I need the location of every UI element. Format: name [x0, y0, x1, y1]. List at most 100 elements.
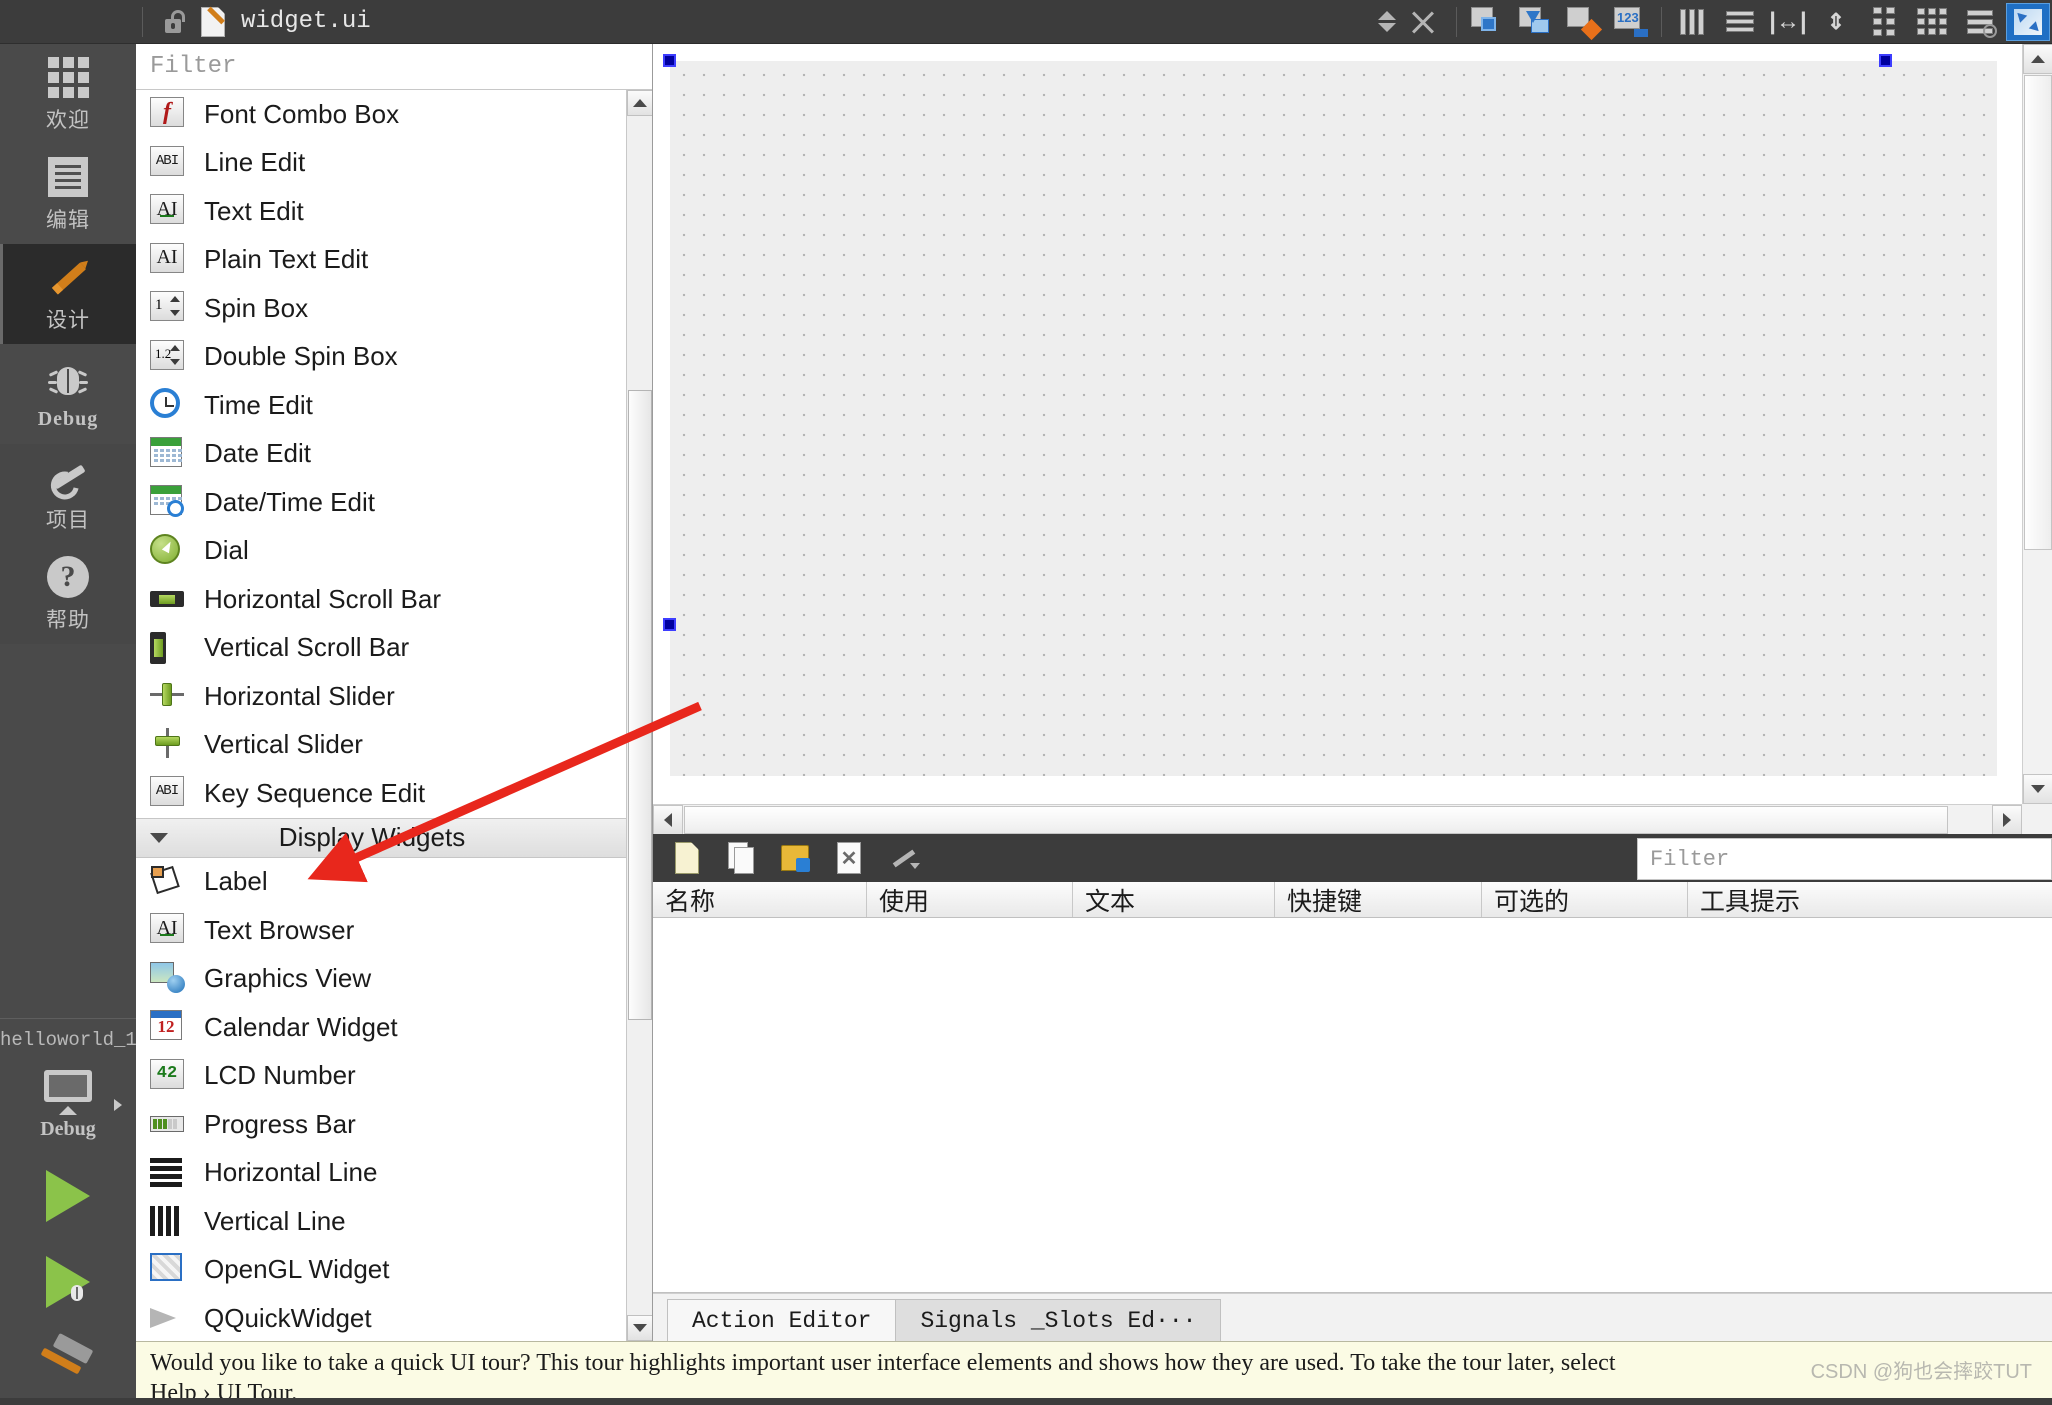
- selection-handle-top-left[interactable]: [663, 54, 676, 67]
- widget-item-label: Key Sequence Edit: [204, 777, 426, 808]
- form-layout-icon[interactable]: [1910, 3, 1954, 41]
- widget-item-horizontal-scroll-bar[interactable]: Horizontal Scroll Bar: [136, 575, 626, 624]
- mode-item-welcome[interactable]: 欢迎: [0, 44, 136, 144]
- action-column-tooltip[interactable]: 工具提示: [1688, 882, 2052, 917]
- dial-icon: [150, 533, 188, 568]
- selection-handle-bottom-left[interactable]: [663, 618, 676, 631]
- widget-item-qquickwidget[interactable]: QQuickWidget: [136, 1294, 626, 1341]
- widget-item-key-sequence-edit[interactable]: ABI Key Sequence Edit: [136, 769, 626, 818]
- scrollbar-down-arrow-icon[interactable]: [627, 1315, 652, 1341]
- opengl-widget-icon: [150, 1252, 188, 1287]
- layout-v-icon[interactable]: [1718, 3, 1762, 41]
- widget-box-scrollbar[interactable]: [626, 90, 652, 1341]
- widget-item-horizontal-slider[interactable]: Horizontal Slider: [136, 672, 626, 721]
- copy-action-button[interactable]: [719, 839, 763, 877]
- widget-item-label: LCD Number: [204, 1060, 356, 1091]
- action-column-shortcut[interactable]: 快捷键: [1275, 882, 1482, 917]
- canvas-vertical-scrollbar[interactable]: [2022, 44, 2052, 804]
- canvas-scroll-up-icon[interactable]: [2023, 44, 2052, 74]
- widget-item-vertical-slider[interactable]: Vertical Slider: [136, 721, 626, 770]
- tab-action-editor[interactable]: Action Editor: [667, 1299, 897, 1341]
- action-column-name[interactable]: 名称: [653, 882, 867, 917]
- canvas-hscroll-thumb[interactable]: [684, 806, 1948, 834]
- edit-widgets-icon[interactable]: [1465, 3, 1509, 41]
- mode-item-debug[interactable]: Debug: [0, 344, 136, 444]
- widget-filter-input[interactable]: [150, 53, 652, 80]
- new-action-button[interactable]: [665, 839, 709, 877]
- widget-item-dial[interactable]: Dial: [136, 527, 626, 576]
- mode-item-edit[interactable]: 编辑: [0, 144, 136, 244]
- action-editor-filter[interactable]: [1637, 838, 2052, 880]
- paste-action-button[interactable]: [773, 839, 817, 877]
- run-button[interactable]: [0, 1153, 136, 1239]
- unlocked-padlock-icon[interactable]: [163, 9, 189, 34]
- widget-item-horizontal-line[interactable]: Horizontal Line: [136, 1149, 626, 1198]
- mode-item-design[interactable]: 设计: [0, 244, 136, 344]
- widget-form-surface[interactable]: [670, 61, 1997, 776]
- modebar-top-spacer: [0, 0, 136, 44]
- splitter-v-icon[interactable]: ⇕: [1814, 3, 1858, 41]
- start-debugging-button[interactable]: [0, 1239, 136, 1325]
- layout-h-icon[interactable]: [1670, 3, 1714, 41]
- configure-view-button[interactable]: [881, 839, 925, 877]
- action-table-body[interactable]: [653, 918, 2052, 1293]
- mode-item-projects[interactable]: 项目: [0, 444, 136, 544]
- split-editor-icon[interactable]: [1378, 11, 1396, 32]
- canvas-scroll-left-icon[interactable]: [653, 805, 683, 835]
- action-column-used[interactable]: 使用: [867, 882, 1073, 917]
- widget-item-spin-box[interactable]: 1 Spin Box: [136, 284, 626, 333]
- scrollbar-thumb[interactable]: [628, 390, 652, 1020]
- widget-item-font-combo-box[interactable]: f Font Combo Box: [136, 90, 626, 139]
- delete-action-icon: ✕: [837, 842, 861, 874]
- grid-icon: [47, 54, 89, 100]
- widget-item-text-browser[interactable]: AI Text Browser: [136, 906, 626, 955]
- widget-item-plain-text-edit[interactable]: AI Plain Text Edit: [136, 236, 626, 285]
- splitter-h-icon[interactable]: |↔|: [1766, 3, 1810, 41]
- close-editor-icon[interactable]: [1406, 5, 1440, 39]
- run-configuration-selector[interactable]: Debug: [0, 1057, 136, 1153]
- form-editor-canvas[interactable]: [653, 44, 2052, 835]
- canvas-vscroll-thumb[interactable]: [2024, 75, 2052, 550]
- canvas-scroll-right-icon[interactable]: [1992, 805, 2022, 835]
- action-filter-input[interactable]: [1650, 846, 2051, 872]
- widget-item-opengl-widget[interactable]: OpenGL Widget: [136, 1246, 626, 1295]
- widget-group-label: Display Widgets: [278, 822, 466, 852]
- canvas-scroll-down-icon[interactable]: [2023, 774, 2052, 804]
- build-button[interactable]: [0, 1325, 136, 1405]
- debug-bug-icon: [66, 1285, 88, 1303]
- widget-item-graphics-view[interactable]: Graphics View: [136, 955, 626, 1004]
- buddies-icon[interactable]: [1561, 3, 1605, 41]
- signals-slots-icon[interactable]: [1513, 3, 1557, 41]
- widget-item-vertical-scroll-bar[interactable]: Vertical Scroll Bar: [136, 624, 626, 673]
- delete-action-button[interactable]: ✕: [827, 839, 871, 877]
- widget-box-filter[interactable]: [136, 44, 652, 90]
- tab-signals-slots-editor[interactable]: Signals _Slots Ed···: [895, 1299, 1222, 1341]
- widget-item-progress-bar[interactable]: Progress Bar: [136, 1100, 626, 1149]
- action-column-text[interactable]: 文本: [1073, 882, 1275, 917]
- adjust-size-icon[interactable]: [2006, 2, 2050, 41]
- widget-item-text-edit[interactable]: AI Text Edit: [136, 187, 626, 236]
- mode-item-help[interactable]: ? 帮助: [0, 544, 136, 644]
- canvas-horizontal-scrollbar[interactable]: [653, 804, 2022, 835]
- widget-item-label[interactable]: Label: [136, 858, 626, 907]
- break-layout-icon[interactable]: [1958, 3, 2002, 41]
- open-file-name[interactable]: widget.ui: [241, 8, 371, 35]
- widget-group-display-widgets[interactable]: Display Widgets: [136, 817, 626, 858]
- widget-item-label: QQuickWidget: [204, 1302, 372, 1333]
- widget-item-time-edit[interactable]: Time Edit: [136, 381, 626, 430]
- widget-item-lcd-number[interactable]: 42 LCD Number: [136, 1052, 626, 1101]
- widget-item-vertical-line[interactable]: Vertical Line: [136, 1197, 626, 1246]
- selection-handle-top-right[interactable]: [1879, 54, 1892, 67]
- widget-item-label: Spin Box: [204, 292, 309, 323]
- action-column-checkable[interactable]: 可选的: [1482, 882, 1688, 917]
- question-icon: ?: [47, 554, 89, 600]
- tab-order-icon[interactable]: 123: [1609, 3, 1653, 41]
- ui-tour-banner: Would you like to take a quick UI tour? …: [136, 1341, 2052, 1405]
- widget-item-date-edit[interactable]: Date Edit: [136, 430, 626, 479]
- grid-layout-icon[interactable]: [1862, 3, 1906, 41]
- widget-item-line-edit[interactable]: ABI Line Edit: [136, 139, 626, 188]
- scrollbar-up-arrow-icon[interactable]: [627, 90, 652, 116]
- widget-item-double-spin-box[interactable]: 1.2 Double Spin Box: [136, 333, 626, 382]
- widget-item-calendar-widget[interactable]: 12 Calendar Widget: [136, 1003, 626, 1052]
- widget-item-date-time-edit[interactable]: Date/Time Edit: [136, 478, 626, 527]
